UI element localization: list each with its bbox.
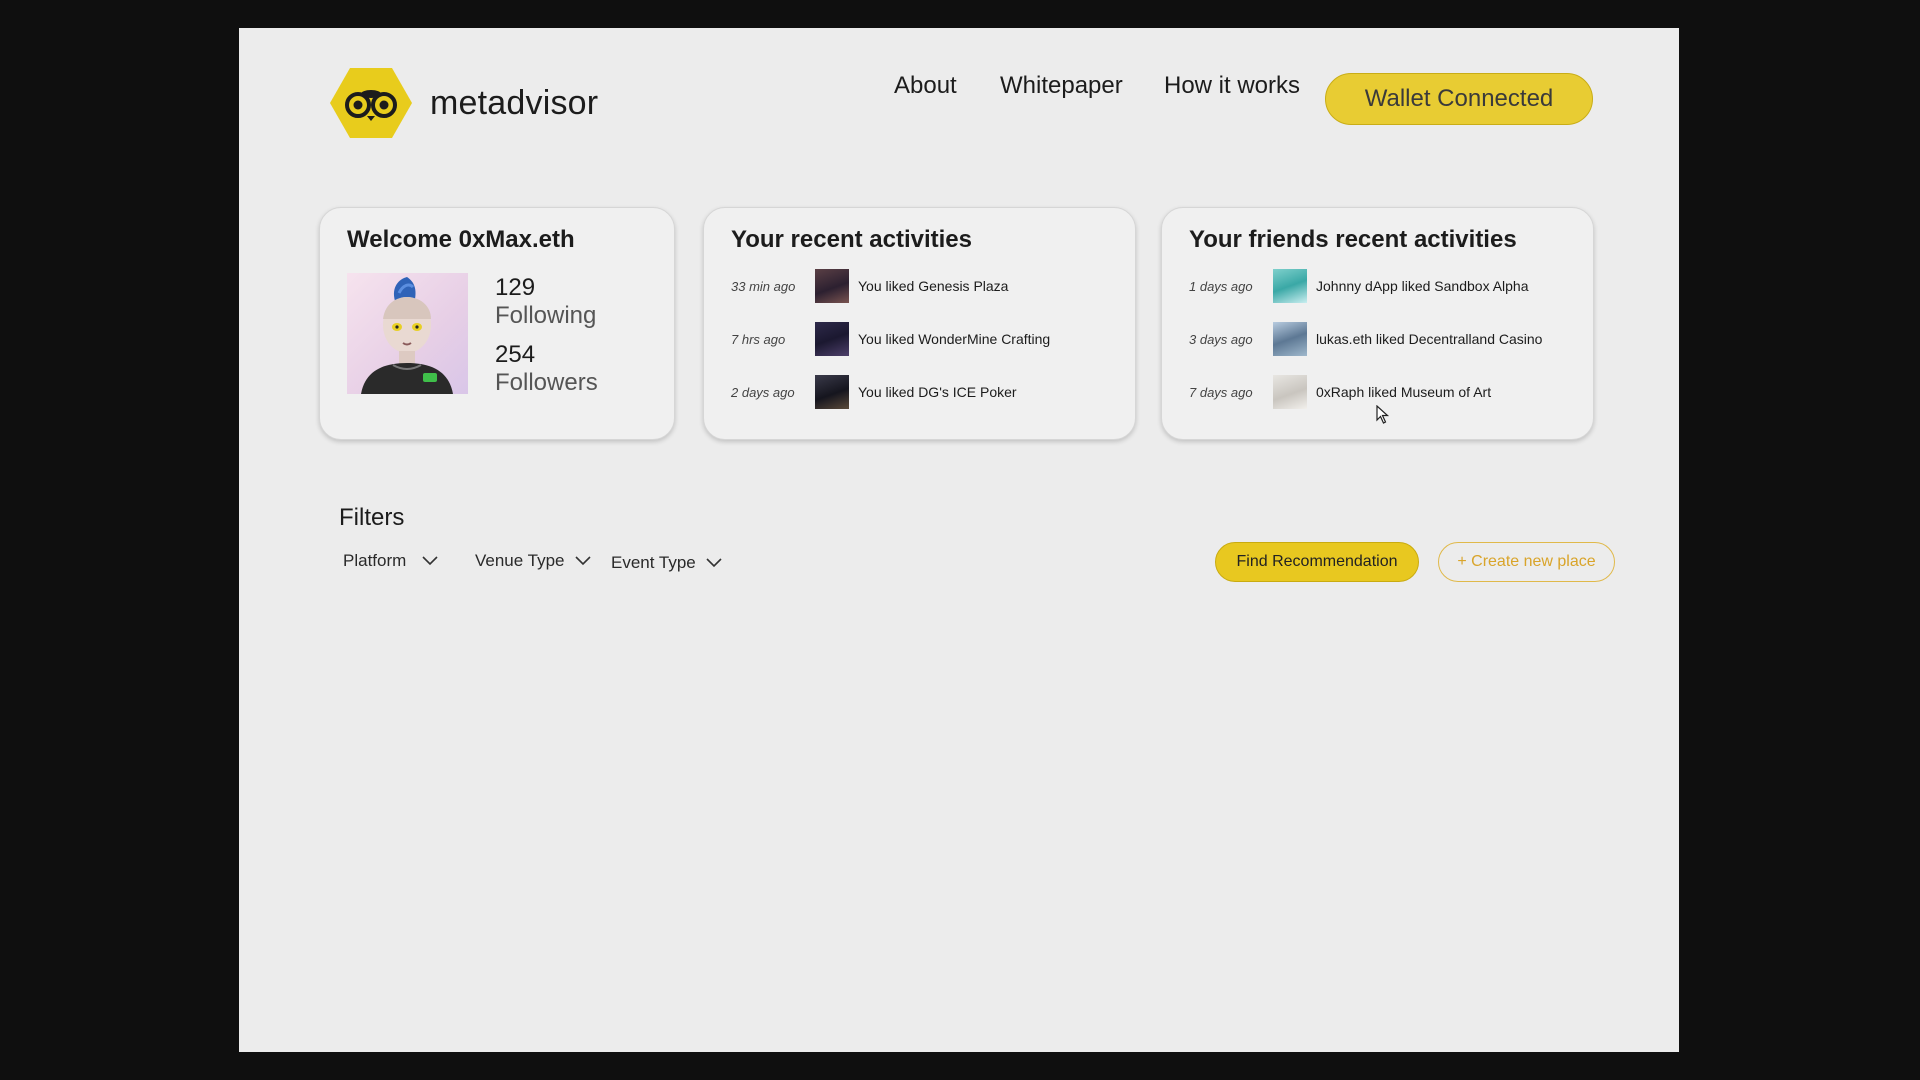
find-recommendation-button[interactable]: Find Recommendation bbox=[1215, 542, 1419, 582]
venue-thumbnail bbox=[815, 322, 849, 356]
welcome-card: Welcome 0xMax.eth 129 Following 254 Foll… bbox=[319, 207, 675, 440]
recent-activities-title: Your recent activities bbox=[731, 226, 972, 253]
avatar[interactable] bbox=[347, 273, 468, 394]
welcome-title: Welcome 0xMax.eth bbox=[347, 226, 575, 253]
wallet-connected-button[interactable]: Wallet Connected bbox=[1325, 73, 1593, 125]
venue-type-dropdown-label: Venue Type bbox=[475, 551, 565, 570]
platform-dropdown-label: Platform bbox=[343, 551, 407, 570]
recent-activities-card: Your recent activities 33 min ago You li… bbox=[703, 207, 1136, 440]
venue-type-dropdown[interactable]: Venue Type bbox=[475, 551, 591, 571]
activity-time: 33 min ago bbox=[731, 278, 796, 294]
nav-how-it-works[interactable]: How it works bbox=[1164, 72, 1300, 100]
activity-text: You liked DG's ICE Poker bbox=[858, 384, 1017, 400]
followers-label[interactable]: Followers bbox=[495, 369, 598, 397]
event-type-dropdown[interactable]: Event Type bbox=[611, 553, 722, 573]
activity-text: 0xRaph liked Museum of Art bbox=[1316, 384, 1492, 400]
list-item[interactable]: 3 days ago lukas.eth liked Decentralland… bbox=[1189, 321, 1542, 357]
app-screen: metadvisor About Whitepaper How it works… bbox=[239, 28, 1679, 1052]
activity-time: 2 days ago bbox=[731, 384, 795, 400]
nav-whitepaper[interactable]: Whitepaper bbox=[1000, 72, 1123, 100]
filters-title: Filters bbox=[339, 504, 405, 531]
create-new-place-button[interactable]: + Create new place bbox=[1438, 542, 1615, 582]
venue-thumbnail bbox=[1273, 269, 1307, 303]
activity-text: Johnny dApp liked Sandbox Alpha bbox=[1316, 278, 1529, 294]
list-item[interactable]: 33 min ago You liked Genesis Plaza bbox=[731, 268, 1008, 304]
chevron-down-icon bbox=[422, 556, 438, 566]
activity-text: You liked Genesis Plaza bbox=[858, 278, 1009, 294]
venue-thumbnail bbox=[1273, 322, 1307, 356]
brand-logo[interactable]: metadvisor bbox=[330, 66, 598, 140]
followers-count: 254 bbox=[495, 341, 536, 368]
chevron-down-icon bbox=[574, 556, 591, 566]
chevron-down-icon bbox=[706, 558, 722, 568]
venue-thumbnail bbox=[815, 269, 849, 303]
following-label[interactable]: Following bbox=[495, 302, 596, 330]
venue-thumbnail bbox=[1273, 375, 1307, 409]
friends-activities-title: Your friends recent activities bbox=[1189, 226, 1517, 253]
activity-text: lukas.eth liked Decentralland Casino bbox=[1316, 331, 1543, 347]
activity-time: 3 days ago bbox=[1189, 331, 1253, 347]
event-type-dropdown-label: Event Type bbox=[611, 553, 696, 572]
activity-time: 1 days ago bbox=[1189, 278, 1253, 294]
list-item[interactable]: 7 days ago 0xRaph liked Museum of Art bbox=[1189, 374, 1491, 410]
activity-text: You liked WonderMine Crafting bbox=[858, 331, 1051, 347]
following-count: 129 bbox=[495, 274, 536, 301]
activity-time: 7 days ago bbox=[1189, 384, 1253, 400]
list-item[interactable]: 2 days ago You liked DG's ICE Poker bbox=[731, 374, 1017, 410]
list-item[interactable]: 7 hrs ago You liked WonderMine Crafting bbox=[731, 321, 1050, 357]
mouse-cursor-icon bbox=[1376, 405, 1390, 424]
platform-dropdown[interactable]: Platform bbox=[343, 551, 438, 571]
list-item[interactable]: 1 days ago Johnny dApp liked Sandbox Alp… bbox=[1189, 268, 1529, 304]
activity-time: 7 hrs ago bbox=[731, 331, 786, 347]
brand-name: metadvisor bbox=[430, 83, 599, 122]
avatar-portrait-icon bbox=[361, 277, 453, 394]
owl-logo-icon bbox=[330, 68, 412, 138]
nav-about[interactable]: About bbox=[894, 72, 957, 100]
venue-thumbnail bbox=[815, 375, 849, 409]
